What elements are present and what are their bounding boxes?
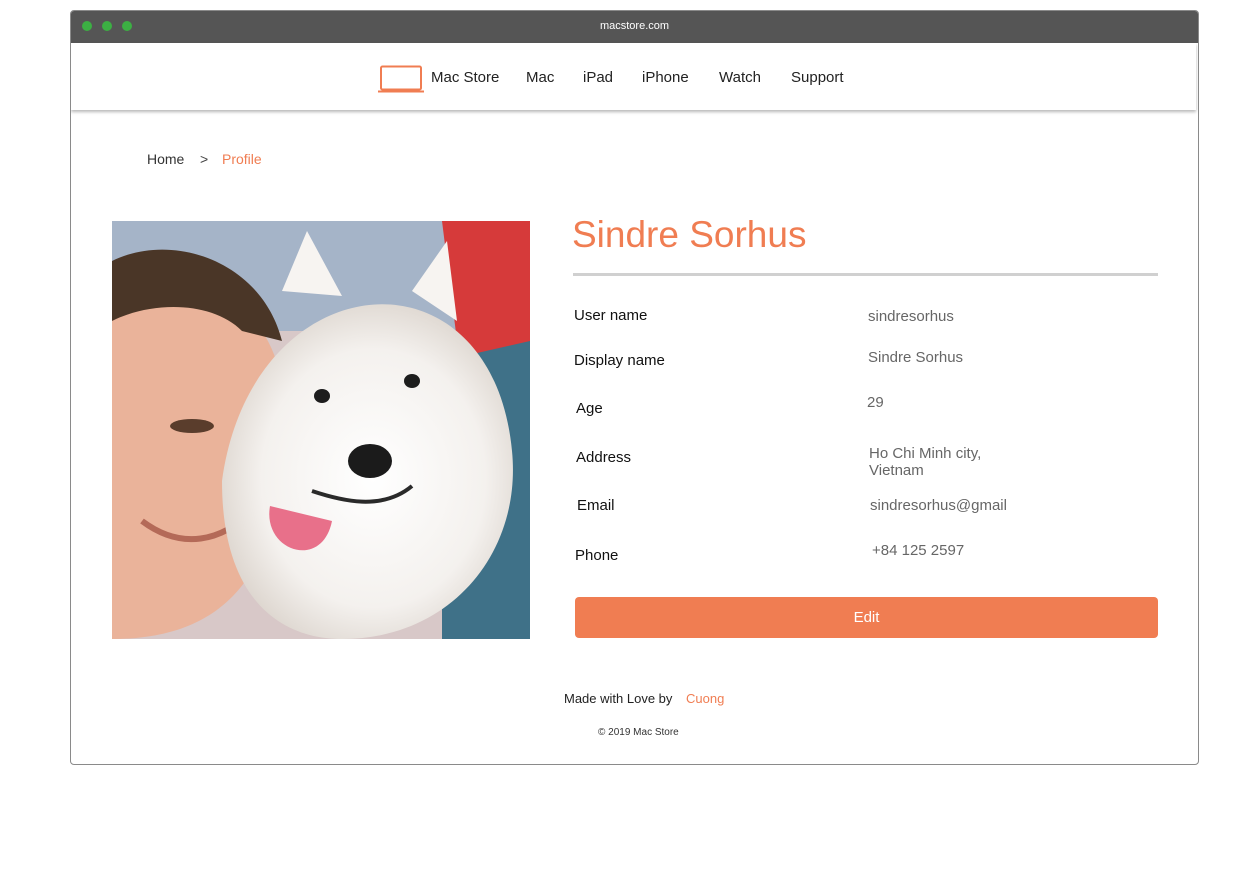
laptop-icon[interactable] (378, 65, 424, 93)
address-line-1: Ho Chi Minh city, (869, 445, 982, 462)
title-bar: macstore.com (71, 11, 1198, 43)
footer-copyright: © 2019 Mac Store (598, 727, 679, 738)
edit-profile-button[interactable]: Edit (575, 597, 1158, 638)
breadcrumb-home-link[interactable]: Home (147, 151, 184, 167)
browser-window: macstore.com Mac Store Mac iPad iPhone W… (70, 10, 1199, 765)
profile-photo (112, 221, 530, 639)
nav-brand-mac-store[interactable]: Mac Store (431, 69, 499, 86)
nav-item-iphone[interactable]: iPhone (642, 69, 689, 86)
footer-made-with: Made with Love by (564, 691, 673, 706)
age-value: 29 (867, 394, 884, 411)
username-value: sindresorhus (868, 308, 954, 325)
address-value: Ho Chi Minh city, Vietnam (869, 445, 981, 479)
nav-item-support[interactable]: Support (791, 69, 844, 86)
username-label: User name (574, 307, 648, 324)
phone-label: Phone (575, 547, 619, 564)
email-label: Email (577, 497, 615, 514)
address-label: Address (576, 449, 632, 466)
phone-value: +84 125 2597 (872, 542, 965, 559)
nav-item-watch[interactable]: Watch (719, 69, 761, 86)
breadcrumb-profile-link[interactable]: Profile (222, 151, 262, 167)
profile-name-heading: Sindre Sorhus (572, 214, 807, 255)
top-nav: Mac Store Mac iPad iPhone Watch Support (71, 43, 1196, 110)
nav-item-mac[interactable]: Mac (526, 69, 554, 86)
name-divider (573, 273, 1158, 276)
display-name-value: Sindre Sorhus (868, 349, 964, 366)
email-value: sindresorhus@gmail (870, 497, 1007, 514)
breadcrumb-separator: > (200, 151, 209, 167)
url-text: macstore.com (599, 20, 670, 32)
address-line-2: Vietnam (869, 462, 924, 479)
display-name-label: Display name (574, 352, 665, 369)
footer-author-link[interactable]: Cuong (686, 691, 724, 706)
age-label: Age (576, 400, 603, 417)
nav-item-ipad[interactable]: iPad (583, 69, 613, 86)
